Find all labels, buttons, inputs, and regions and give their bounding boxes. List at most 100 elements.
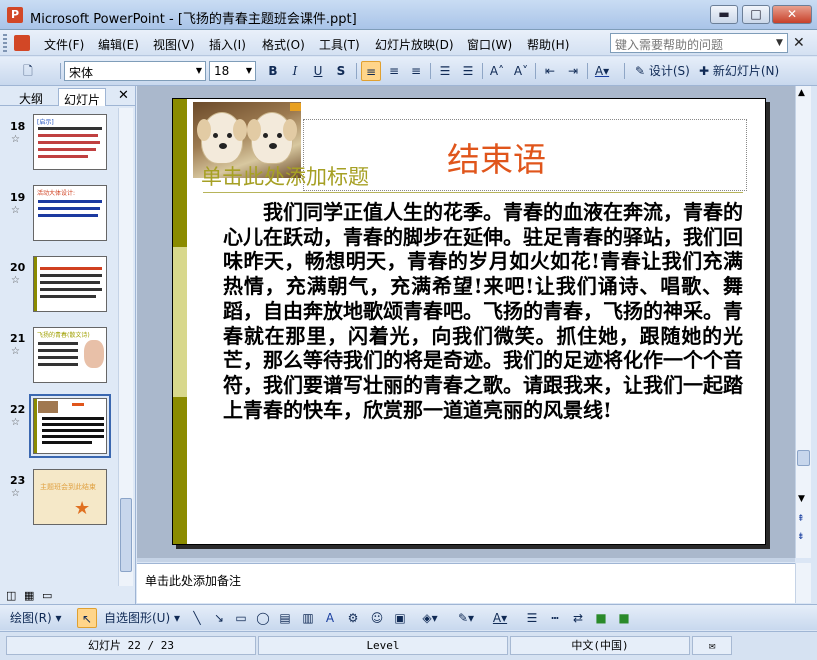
shadow-button[interactable]: S [331, 61, 351, 81]
align-right-button[interactable]: ≡ [406, 61, 426, 81]
slide-canvas[interactable]: 单击此处添加标题 结束语 我们同学正值人生的花季。青春的血液在奔流，青春的心儿在… [172, 98, 766, 545]
new-doc-icon[interactable]: 🗋 [18, 61, 38, 81]
shadow-style-icon[interactable]: ■ [591, 608, 611, 628]
thumb-stripe [34, 399, 37, 453]
editor-hscroll[interactable] [137, 558, 795, 562]
decrease-font-icon[interactable]: A˅ [511, 61, 531, 81]
help-search-input[interactable]: 键入需要帮助的问题 [610, 33, 788, 53]
chevron-down-icon: ▼ [245, 66, 252, 75]
ear [197, 119, 211, 141]
arrow-style-icon[interactable]: ⇄ [568, 608, 588, 628]
line-style-icon[interactable]: ☰ [522, 608, 542, 628]
menu-insert[interactable]: 插入(I) [209, 36, 246, 53]
wordart-icon[interactable]: A [320, 608, 340, 628]
decrease-indent-icon[interactable]: ⇤ [540, 61, 560, 81]
scroll-thumb[interactable] [797, 450, 810, 466]
menu-edit[interactable]: 编辑(E) [98, 36, 139, 53]
fill-color-icon[interactable]: ◈▾ [420, 608, 440, 628]
slideshow-icon[interactable]: ▭ [42, 589, 52, 602]
slide-number: 20 [10, 261, 26, 274]
thumb-line [40, 274, 102, 277]
previous-slide-icon[interactable]: ⇞ [797, 514, 805, 524]
thumb-line [42, 417, 104, 420]
menu-format[interactable]: 格式(O) [262, 36, 305, 53]
increase-indent-icon[interactable]: ⇥ [563, 61, 583, 81]
close-icon[interactable]: ✕ [118, 88, 129, 103]
menu-window[interactable]: 窗口(W) [467, 36, 512, 53]
maximize-button[interactable]: □ [742, 5, 770, 24]
notes-scrollbar[interactable] [795, 563, 811, 603]
thumb-line [38, 349, 78, 352]
new-slide-button[interactable]: ✚ 新幻灯片(N) [699, 61, 779, 81]
slide-number: 22 [10, 403, 26, 416]
diagram-icon[interactable]: ⚙ [343, 608, 363, 628]
align-left-button[interactable]: ≡ [361, 61, 381, 81]
slide-thumbnail[interactable] [33, 256, 107, 312]
slide-thumbnail-selected[interactable] [29, 394, 111, 458]
bulleted-list-icon[interactable]: ☰ [458, 61, 478, 81]
font-value: 宋体 [69, 66, 94, 80]
separator [587, 63, 588, 79]
editor-scrollbar[interactable]: ▲ ▼ ⇞ ⇟ [795, 86, 811, 558]
menu-help[interactable]: 帮助(H) [527, 36, 569, 53]
thumb-line [38, 134, 98, 137]
font-select[interactable]: 宋体 ▼ [64, 61, 206, 81]
next-slide-icon[interactable]: ⇟ [797, 532, 805, 542]
document-close-button[interactable]: ✕ [793, 35, 805, 51]
slide-thumbnail[interactable]: 活动大体设计: [33, 185, 107, 241]
align-center-button[interactable]: ≡ [384, 61, 404, 81]
font-size-select[interactable]: 18 ▼ [209, 61, 256, 81]
slide-body-text[interactable]: 我们同学正值人生的花季。青春的血液在奔流，青春的心儿在跃动，青春的脚步在延伸。驻… [223, 200, 743, 422]
textbox-icon[interactable]: ▤ [275, 608, 295, 628]
tab-outline[interactable]: 大纲 [14, 88, 48, 106]
slide-thumbnail[interactable]: 飞扬的青春(散文诗) [33, 327, 107, 383]
menu-file[interactable]: 文件(F) [44, 36, 84, 53]
document-icon[interactable] [14, 35, 30, 51]
line-color-icon[interactable]: ✎▾ [456, 608, 476, 628]
minimize-button[interactable]: ▬ [710, 5, 738, 24]
separator [624, 63, 625, 79]
font-size-value: 18 [214, 64, 230, 78]
italic-button[interactable]: I [285, 61, 305, 81]
scroll-thumb[interactable] [120, 498, 132, 572]
close-button[interactable]: ✕ [772, 5, 812, 24]
scroll-down-icon[interactable]: ▼ [798, 494, 805, 504]
tab-slides[interactable]: 幻灯片 [58, 88, 107, 107]
thumb-text: [启示] [37, 119, 54, 126]
3d-style-icon[interactable]: ■ [614, 608, 634, 628]
vertical-textbox-icon[interactable]: ▥ [298, 608, 318, 628]
oval-icon[interactable]: ◯ [253, 608, 273, 628]
draw-menu-button[interactable]: 绘图(R) ▾ [10, 608, 62, 628]
dash-style-icon[interactable]: ┅ [545, 608, 565, 628]
thumb-line [42, 435, 104, 438]
spelling-icon[interactable]: ✉ [692, 636, 732, 655]
picture-icon[interactable]: ▣ [390, 608, 410, 628]
increase-font-icon[interactable]: A˄ [487, 61, 507, 81]
autoshapes-button[interactable]: 自选图形(U) ▾ [104, 608, 180, 628]
menu-tools[interactable]: 工具(T) [319, 36, 360, 53]
panel-scrollbar[interactable] [118, 108, 133, 586]
slide-title[interactable]: 结束语 [447, 133, 546, 181]
select-arrow-icon[interactable]: ↖ [77, 608, 97, 628]
design-button[interactable]: ✎ 设计(S) [635, 61, 690, 81]
numbered-list-icon[interactable]: ☰ [435, 61, 455, 81]
clipart-icon[interactable]: ☺ [367, 608, 387, 628]
notes-pane[interactable]: 单击此处添加备注 [137, 563, 795, 603]
grip-handle[interactable] [3, 34, 7, 52]
menu-view[interactable]: 视图(V) [153, 36, 195, 53]
menu-slideshow[interactable]: 幻灯片放映(D) [375, 36, 454, 53]
font-color-icon[interactable]: A▾ [592, 61, 612, 81]
arrow-icon[interactable]: ↘ [209, 608, 229, 628]
slide-thumbnail[interactable]: [启示] [33, 114, 107, 170]
normal-view-icon[interactable]: ◫ [6, 589, 16, 602]
thumb-line [40, 281, 100, 284]
chevron-down-icon[interactable]: ▼ [776, 38, 783, 48]
rectangle-icon[interactable]: ▭ [231, 608, 251, 628]
slide-thumbnail[interactable]: 主题班会到此结束 ★ [33, 469, 107, 525]
font-color-icon[interactable]: A▾ [490, 608, 510, 628]
line-icon[interactable]: ╲ [187, 608, 207, 628]
slide-sorter-icon[interactable]: ▦ [24, 589, 34, 602]
scroll-up-icon[interactable]: ▲ [798, 88, 805, 98]
bold-button[interactable]: B [263, 61, 283, 81]
underline-button[interactable]: U [308, 61, 328, 81]
